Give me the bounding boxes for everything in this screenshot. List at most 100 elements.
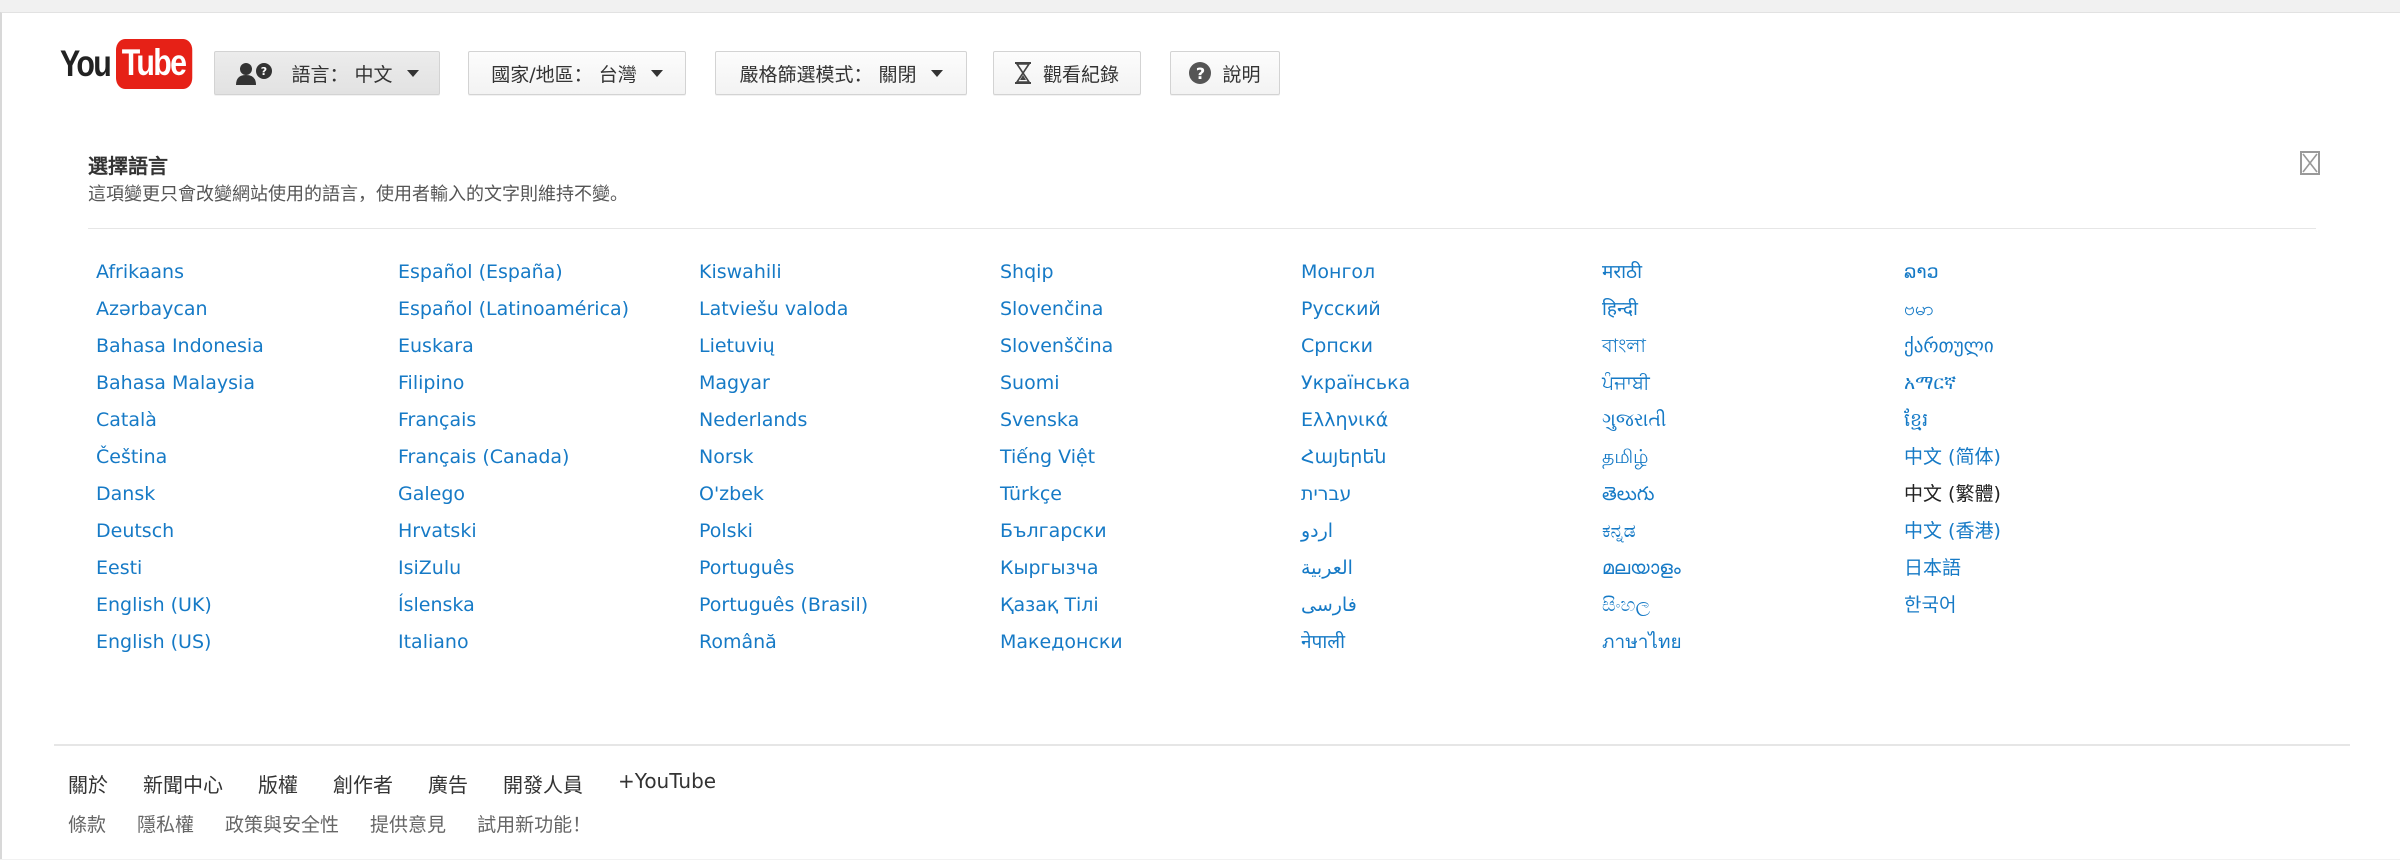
language-option[interactable]: Kiswahili [699,259,868,296]
language-option[interactable]: Magyar [699,370,868,407]
footer-link-about[interactable]: 關於 [68,769,108,798]
language-option[interactable]: Ελληνικά [1301,407,1410,444]
language-option[interactable]: Nederlands [699,407,868,444]
language-option[interactable]: Кыргызча [1000,555,1123,592]
language-option[interactable]: Français (Canada) [398,444,629,481]
language-option[interactable]: मराठी [1602,259,1682,296]
language-button[interactable]: ? 語言： 中文 [214,51,440,95]
language-option[interactable]: 日本語 [1904,555,2001,592]
language-option[interactable]: Dansk [96,481,264,518]
language-option[interactable]: O'zbek [699,481,868,518]
language-option[interactable]: മലയാളം [1602,555,1682,592]
language-option[interactable]: English (US) [96,629,264,666]
language-option[interactable]: Eesti [96,555,264,592]
language-option[interactable]: Galego [398,481,629,518]
language-button-label: 語言： 中文 [291,63,393,86]
language-option[interactable]: فارسی [1301,592,1410,629]
language-option[interactable]: Қазақ Тілі [1000,592,1123,629]
language-option[interactable]: Filipino [398,370,629,407]
language-option[interactable]: Slovenščina [1000,333,1123,370]
language-option[interactable]: ქართული [1904,333,2001,370]
language-option[interactable]: සිංහල [1602,592,1682,629]
language-option[interactable]: Українська [1301,370,1410,407]
language-option[interactable]: ဗမာ [1904,296,2001,333]
footer-link-feedback[interactable]: 提供意見 [370,810,446,837]
language-option[interactable]: Shqip [1000,259,1123,296]
footer-link-press[interactable]: 新聞中心 [143,769,223,798]
restricted-mode-button[interactable]: 嚴格篩選模式： 關閉 [715,51,967,95]
language-option[interactable]: 한국어 [1904,592,2001,629]
footer-link-copyright[interactable]: 版權 [258,769,298,798]
close-icon[interactable] [2300,151,2320,175]
language-option[interactable]: हिन्दी [1602,296,1682,333]
language-option[interactable]: Հայերեն [1301,444,1410,481]
language-option[interactable]: Latviešu valoda [699,296,868,333]
history-button[interactable]: 觀看紀錄 [993,51,1141,95]
footer-link-developers[interactable]: 開發人員 [503,769,583,798]
language-option[interactable]: Suomi [1000,370,1123,407]
footer-link-terms[interactable]: 條款 [68,810,106,837]
language-option[interactable]: ગુજરાતી [1602,407,1682,444]
language-option[interactable]: Português [699,555,868,592]
language-option[interactable]: Română [699,629,868,666]
language-option[interactable]: ລາວ [1904,259,2001,296]
language-option[interactable]: 中文 (简体) [1904,444,2001,481]
language-option[interactable]: Hrvatski [398,518,629,555]
language-option[interactable]: Tiếng Việt [1000,444,1123,481]
help-button[interactable]: ? 說明 [1170,51,1280,95]
language-option[interactable]: Српски [1301,333,1410,370]
language-option[interactable]: ಕನ್ನಡ [1602,518,1682,555]
language-option[interactable]: Slovenčina [1000,296,1123,333]
language-option[interactable]: Euskara [398,333,629,370]
language-option[interactable]: Български [1000,518,1123,555]
language-option[interactable]: Türkçe [1000,481,1123,518]
language-option[interactable]: العربية [1301,555,1410,592]
footer-link-try-new[interactable]: 試用新功能！ [477,810,591,837]
language-option[interactable]: Français [398,407,629,444]
language-option[interactable]: اردو [1301,518,1410,555]
language-column: Español (España) Español (Latinoamérica) E… [398,259,629,666]
language-option[interactable]: עברית [1301,481,1410,518]
language-option[interactable]: ខ្មែរ [1904,407,2001,444]
language-option[interactable]: Català [96,407,264,444]
language-option[interactable]: Македонски [1000,629,1123,666]
language-option[interactable]: తెలుగు [1602,481,1682,518]
language-column: Kiswahili Latviešu valoda Lietuvių Magyar Ne… [699,259,868,666]
language-option[interactable]: Bahasa Malaysia [96,370,264,407]
language-option[interactable]: ภาษาไทย [1602,629,1682,666]
language-option[interactable]: Polski [699,518,868,555]
language-option[interactable]: 中文 (香港) [1904,518,2001,555]
language-option[interactable]: አማርኛ [1904,370,2001,407]
youtube-logo[interactable]: You Tube [60,38,209,90]
language-option[interactable]: தமிழ் [1602,444,1682,481]
language-option[interactable]: বাংলা [1602,333,1682,370]
language-option[interactable]: Azərbaycan [96,296,264,333]
country-button[interactable]: 國家/地區： 台灣 [468,51,686,95]
language-option[interactable]: Deutsch [96,518,264,555]
footer-link-plus-youtube[interactable]: +YouTube [618,769,716,798]
language-column: Shqip Slovenčina Slovenščina Suomi Svenska Ti… [1000,259,1123,666]
language-option[interactable]: Español (España) [398,259,629,296]
language-option[interactable]: Português (Brasil) [699,592,868,629]
language-option[interactable]: Bahasa Indonesia [96,333,264,370]
language-option[interactable]: Русский [1301,296,1410,333]
language-option[interactable]: Íslenska [398,592,629,629]
language-option[interactable]: Español (Latinoamérica) [398,296,629,333]
language-option[interactable]: Čeština [96,444,264,481]
footer-link-privacy[interactable]: 隱私權 [137,810,194,837]
language-option[interactable]: English (UK) [96,592,264,629]
language-option[interactable]: Svenska [1000,407,1123,444]
language-option[interactable]: Italiano [398,629,629,666]
footer-link-policy-safety[interactable]: 政策與安全性 [225,810,339,837]
logo-tube-text: Tube [116,39,192,89]
language-option[interactable]: Afrikaans [96,259,264,296]
language-option[interactable]: नेपाली [1301,629,1410,666]
language-option[interactable]: Lietuvių [699,333,868,370]
language-option[interactable]: Norsk [699,444,868,481]
language-option[interactable]: IsiZulu [398,555,629,592]
language-option[interactable]: ਪੰਜਾਬੀ [1602,370,1682,407]
footer-link-advertise[interactable]: 廣告 [428,769,468,798]
footer-link-creators[interactable]: 創作者 [333,769,393,798]
language-icon: ? [235,61,277,85]
language-option[interactable]: Монгол [1301,259,1410,296]
